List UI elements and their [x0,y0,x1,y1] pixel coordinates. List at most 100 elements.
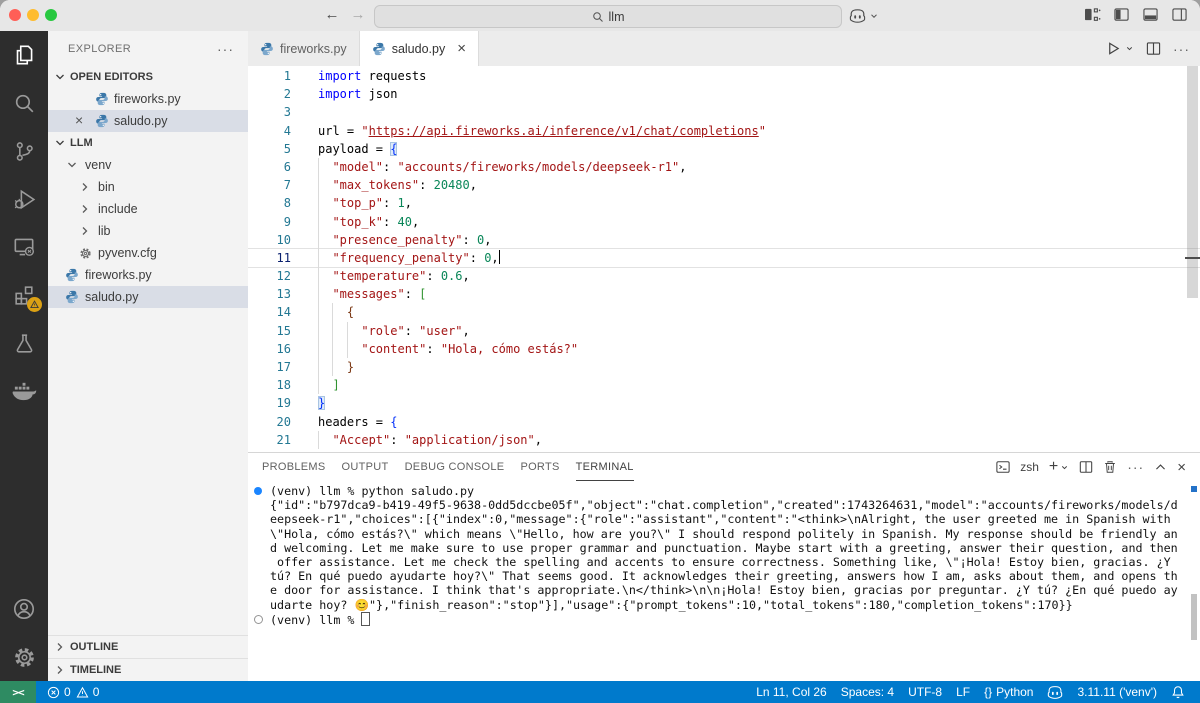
run-and-debug-view-button[interactable] [0,175,48,223]
explorer-more-actions-button[interactable]: ··· [217,41,234,57]
tree-item-include[interactable]: include [48,198,248,220]
remote-explorer-view-button[interactable] [0,223,48,271]
code-line-14[interactable]: 14 { [248,303,1200,321]
panel-tab-debug-console[interactable]: DEBUG CONSOLE [405,453,505,481]
terminal-output[interactable]: (venv) llm % python saludo.py{"id":"b797… [248,481,1200,626]
panel-more-actions-button[interactable]: ··· [1127,459,1144,475]
close-panel-icon[interactable]: × [1177,459,1186,476]
tree-item-saludo.py[interactable]: saludo.py [48,286,248,308]
toggle-primary-sidebar-icon[interactable] [1113,7,1130,22]
command-pending-decoration-icon[interactable] [254,615,263,624]
customize-layout-icon[interactable] [1084,7,1101,22]
toggle-secondary-sidebar-icon[interactable] [1171,7,1188,22]
line-number: 21 [248,431,315,449]
code-line-18[interactable]: 18 ] [248,376,1200,394]
code-line-12[interactable]: 12 "temperature": 0.6, [248,267,1200,285]
section-header-timeline[interactable]: TIMELINE [48,658,248,681]
close-window-button[interactable] [9,9,21,21]
code-line-19[interactable]: 19} [248,394,1200,412]
navigate-forward-button[interactable]: → [347,4,369,26]
terminal-dropdown-chevron-icon[interactable] [1060,463,1069,472]
command-center-search[interactable]: llm [374,5,842,28]
python-interpreter-status[interactable]: 3.11.11 ('venv') [1077,685,1157,699]
tab-fireworks.py[interactable]: fireworks.py [248,31,360,66]
remote-indicator[interactable]: >< [0,681,36,703]
code-line-1[interactable]: 1import requests [248,67,1200,85]
tree-item-pyvenv.cfg[interactable]: pyvenv.cfg [48,242,248,264]
extensions-view-button[interactable] [0,271,48,319]
accounts-button[interactable] [0,585,48,633]
eol-status[interactable]: LF [956,685,970,699]
tree-item-fireworks.py[interactable]: fireworks.py [48,264,248,286]
copilot-status[interactable] [1047,686,1063,699]
encoding-status[interactable]: UTF-8 [908,685,942,699]
code-line-10[interactable]: 10 "presence_penalty": 0, [248,231,1200,249]
line-number: 14 [248,303,315,321]
tree-item-bin[interactable]: bin [48,176,248,198]
code-line-2[interactable]: 2import json [248,85,1200,103]
panel-tab-terminal[interactable]: TERMINAL [576,453,634,481]
folder-section-header[interactable]: LLM [48,132,248,154]
tree-item-lib[interactable]: lib [48,220,248,242]
minimize-window-button[interactable] [27,9,39,21]
open-editor-fireworks.py[interactable]: fireworks.py [48,88,248,110]
code-line-21[interactable]: 21 "Accept": "application/json", [248,431,1200,449]
line-number: 12 [248,267,315,285]
command-decoration-icon[interactable] [254,487,262,495]
open-editor-saludo.py[interactable]: ×saludo.py [48,110,248,132]
error-count: 0 [64,685,71,699]
problems-status[interactable]: 0 0 [40,685,106,699]
split-editor-icon[interactable] [1146,41,1161,56]
line-number: 20 [248,413,315,431]
code-line-8[interactable]: 8 "top_p": 1, [248,194,1200,212]
toggle-panel-icon[interactable] [1142,7,1159,22]
close-editor-icon[interactable]: × [75,112,83,128]
open-editors-section-header[interactable]: OPEN EDITORS [48,66,248,88]
cursor-position-status[interactable]: Ln 11, Col 26 [756,685,827,699]
code-line-4[interactable]: 4url = "https://api.fireworks.ai/inferen… [248,122,1200,140]
indentation-status[interactable]: Spaces: 4 [841,685,894,699]
panel-tab-problems[interactable]: PROBLEMS [262,453,326,481]
editor-actions: ··· [1106,31,1190,66]
run-dropdown-chevron-icon[interactable] [1125,44,1134,53]
notifications-bell[interactable] [1171,685,1185,699]
explorer-view-button[interactable] [0,31,48,79]
terminal-line-8: e door for assistance. I think that's ap… [270,583,1200,597]
code-line-9[interactable]: 9 "top_k": 40, [248,213,1200,231]
maximize-panel-icon[interactable] [1154,461,1167,474]
terminal-scrollbar[interactable] [1191,594,1197,640]
navigate-back-button[interactable]: ← [321,4,343,26]
code-line-7[interactable]: 7 "max_tokens": 20480, [248,176,1200,194]
code-line-15[interactable]: 15 "role": "user", [248,322,1200,340]
copilot-menu-button[interactable] [849,5,879,27]
line-number: 9 [248,213,315,231]
close-tab-icon[interactable]: × [457,40,466,57]
code-line-13[interactable]: 13 "messages": [ [248,285,1200,303]
split-terminal-icon[interactable] [1079,460,1093,474]
zoom-window-button[interactable] [45,9,57,21]
docker-view-button[interactable] [0,367,48,415]
language-mode-status[interactable]: {}Python [984,685,1033,699]
search-view-button[interactable] [0,79,48,127]
editor-more-actions-button[interactable]: ··· [1173,41,1190,57]
run-python-file-icon[interactable] [1106,41,1121,56]
code-line-11[interactable]: 11 "frequency_penalty": 0, [248,249,1200,267]
code-editor[interactable]: 1import requests2import json34url = "htt… [248,66,1200,453]
editor-scrollbar[interactable] [1187,66,1198,298]
code-line-5[interactable]: 5payload = { [248,140,1200,158]
section-header-outline[interactable]: OUTLINE [48,635,248,658]
code-line-17[interactable]: 17 } [248,358,1200,376]
source-control-view-button[interactable] [0,127,48,175]
code-line-6[interactable]: 6 "model": "accounts/fireworks/models/de… [248,158,1200,176]
testing-view-button[interactable] [0,319,48,367]
settings-button[interactable] [0,633,48,681]
code-line-20[interactable]: 20headers = { [248,413,1200,431]
kill-terminal-icon[interactable] [1103,460,1117,474]
tree-item-venv[interactable]: venv [48,154,248,176]
panel-tab-output[interactable]: OUTPUT [342,453,389,481]
tab-saludo.py[interactable]: saludo.py× [360,31,479,66]
new-terminal-button[interactable]: + [1049,458,1058,476]
code-line-3[interactable]: 3 [248,103,1200,121]
panel-tab-ports[interactable]: PORTS [520,453,559,481]
code-line-16[interactable]: 16 "content": "Hola, cómo estás?" [248,340,1200,358]
